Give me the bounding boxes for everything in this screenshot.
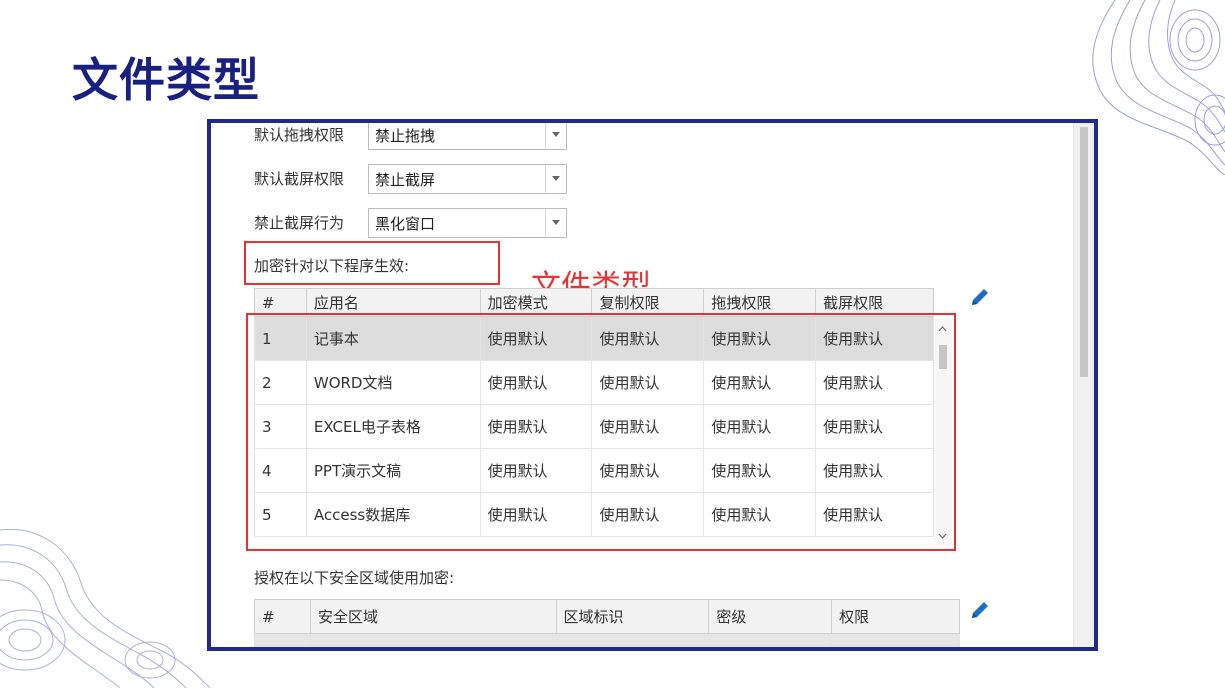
screenshot-permission-select[interactable]: 禁止截屏 bbox=[368, 164, 567, 194]
panel-scrollbar-thumb[interactable] bbox=[1080, 127, 1088, 377]
drag-permission-label: 默认拖拽权限 bbox=[254, 126, 345, 144]
chevron-down-icon[interactable] bbox=[545, 209, 566, 237]
column-header[interactable]: # bbox=[254, 599, 311, 634]
policy-settings-panel: 默认拖拽权限 禁止拖拽 默认截屏权限 禁止截屏 禁止截屏行为 黑化窗口 加密针对… bbox=[211, 123, 1094, 647]
column-header[interactable]: 安全区域 bbox=[309, 599, 557, 634]
drag-permission-select[interactable]: 禁止拖拽 bbox=[368, 123, 567, 150]
column-header[interactable]: 权限 bbox=[831, 599, 960, 634]
zones-table: # 安全区域 区域标识 密级 权限 bbox=[254, 599, 960, 647]
panel-scrollbar[interactable] bbox=[1073, 123, 1094, 647]
annotation-box-table bbox=[246, 313, 956, 551]
screenshot-permission-value: 禁止截屏 bbox=[375, 171, 436, 189]
table-row[interactable] bbox=[254, 633, 960, 647]
contour-decoration-bottom-left bbox=[0, 528, 210, 688]
zones-table-header: # 安全区域 区域标识 密级 权限 bbox=[254, 599, 960, 634]
column-header[interactable]: 区域标识 bbox=[555, 599, 710, 634]
screenshot-behavior-select[interactable]: 黑化窗口 bbox=[368, 208, 567, 238]
screenshot-behavior-value: 黑化窗口 bbox=[375, 215, 436, 233]
annotation-box-label bbox=[244, 241, 500, 285]
pencil-icon[interactable] bbox=[969, 286, 991, 308]
zones-section-label: 授权在以下安全区域使用加密: bbox=[254, 569, 455, 587]
screenshot-frame: 默认拖拽权限 禁止拖拽 默认截屏权限 禁止截屏 禁止截屏行为 黑化窗口 加密针对… bbox=[207, 119, 1098, 651]
slide-title: 文件类型 bbox=[72, 53, 260, 107]
column-header[interactable]: 密级 bbox=[708, 599, 833, 634]
screenshot-behavior-label: 禁止截屏行为 bbox=[254, 214, 345, 232]
chevron-down-icon[interactable] bbox=[545, 165, 566, 193]
screenshot-permission-label: 默认截屏权限 bbox=[254, 170, 345, 188]
pencil-icon[interactable] bbox=[969, 599, 991, 621]
drag-permission-value: 禁止拖拽 bbox=[375, 127, 436, 145]
chevron-down-icon[interactable] bbox=[545, 123, 566, 149]
